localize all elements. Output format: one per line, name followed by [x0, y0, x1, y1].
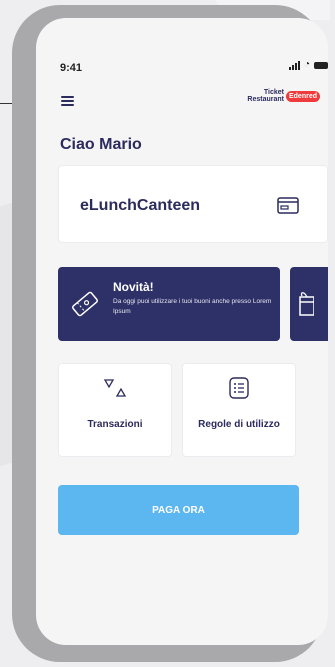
ticket-restaurant-logo: Ticket Restaurant Edenred	[247, 89, 320, 103]
rules-list-icon	[229, 377, 249, 399]
promo-card[interactable]: Novità! Da oggi puoi utilizzare i tuoi b…	[58, 267, 280, 341]
greeting-title: Ciao Mario	[60, 136, 142, 153]
logo-line1: Ticket	[263, 89, 284, 96]
gift-icon	[299, 292, 314, 316]
pay-now-button[interactable]: PAGA ORA	[58, 485, 299, 535]
battery-icon	[314, 61, 328, 69]
canteen-name: eLunchCanteen	[80, 197, 201, 214]
usage-rules-label: Regole di utilizzo	[198, 419, 280, 430]
usage-rules-tile[interactable]: Regole di utilizzo	[182, 363, 296, 457]
signal-icon	[288, 60, 300, 70]
promo-card-next[interactable]	[290, 267, 328, 341]
status-time: 9:41	[60, 62, 83, 74]
status-icons: ◔	[288, 59, 328, 70]
logo-line2: Restaurant	[247, 96, 284, 103]
ticket-icon	[72, 291, 98, 317]
hamburger-menu-icon[interactable]	[61, 96, 74, 106]
transactions-icon	[103, 379, 127, 397]
promo-text: Da oggi puoi utilizzare i tuoi buoni anc…	[113, 298, 272, 315]
wifi-icon: ◔	[303, 59, 310, 70]
promo-title: Novità!	[113, 280, 154, 294]
phone-screen: 9:41 ◔ Ticket Restaurant Edenred Ciao Ma…	[36, 18, 328, 645]
logo-badge: Edenred	[285, 90, 320, 102]
transactions-label: Transazioni	[87, 419, 143, 430]
transactions-tile[interactable]: Transazioni	[58, 363, 172, 457]
canteen-card[interactable]: eLunchCanteen	[58, 165, 328, 243]
credit-card-icon	[277, 197, 299, 214]
